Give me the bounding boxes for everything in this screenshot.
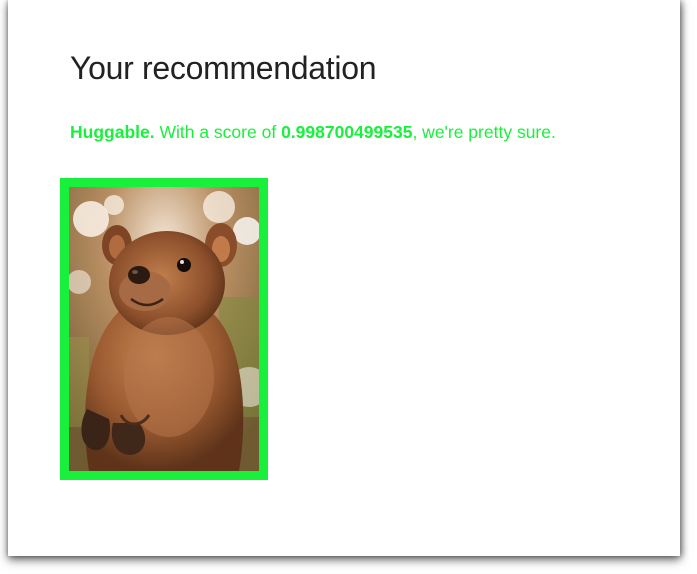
score-prefix: With a score of (159, 122, 277, 142)
page-title: Your recommendation (70, 50, 377, 86)
recommendation-summary: Huggable. With a score of 0.998700499535… (70, 120, 556, 144)
score-suffix: , we're pretty sure. (412, 122, 556, 142)
recommendation-photo (60, 178, 268, 480)
score-value: 0.998700499535 (281, 122, 413, 142)
browser-page: Your recommendation Huggable. With a sco… (8, 0, 680, 556)
recommendation-label: Huggable. (70, 122, 155, 142)
quokka-photo (69, 187, 259, 471)
